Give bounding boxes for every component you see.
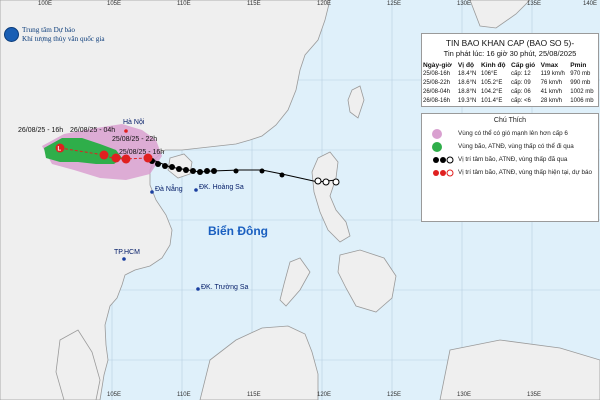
place-tphcm: TP.HCM (114, 249, 140, 256)
col-wind-level: Cấp gió (511, 62, 536, 69)
lon-label-bottom-110: 110E (177, 392, 191, 398)
table-cell: 26/08-16h (423, 98, 451, 104)
tphcm-marker (122, 257, 126, 261)
table-cell: cấp: 09 (511, 80, 531, 86)
danang-marker (150, 190, 154, 194)
lon-label-bottom-125: 125E (387, 392, 402, 398)
truongsa-marker (196, 287, 200, 291)
purple-zone-swatch-icon (432, 128, 442, 139)
table-cell: 105.2°E (481, 80, 503, 86)
legend-item-label: Vùng có thể có gió mạnh lên hơn cấp 6 (458, 130, 568, 137)
bulletin-title: TIN BAO KHAN CAP (BAO SO 5)- (445, 38, 575, 48)
place-truongsa: ĐK. Trường Sa (201, 284, 249, 291)
track-label-0: 26/08/25 - 16h (18, 127, 64, 134)
legend-title: Chú Thích (493, 117, 527, 124)
legend-item: Vị trí tâm bão, ATNĐ, vùng thấp đã qua (422, 153, 598, 166)
table-cell: cấp: 06 (511, 89, 531, 95)
col-datetime: Ngày-giờ (423, 62, 452, 69)
table-cell: 101.4°E (481, 98, 503, 104)
hanoi-marker (124, 129, 128, 133)
palawan-island (279, 257, 311, 307)
table-cell: 28 km/h (540, 98, 562, 104)
table-row: 26/08-04h 18.8°N 104.2°E cấp: 06 41 km/h… (422, 88, 598, 97)
bulletin-info-box: TIN BAO KHAN CAP (BAO SO 5)- Tin phát lú… (421, 33, 599, 107)
lon-label-125: 125E (387, 1, 402, 7)
lon-label-135: 135E (527, 1, 542, 7)
col-pmin: Pmin (570, 62, 587, 69)
place-danang: Đà Nẵng (155, 186, 183, 193)
forecast-table-header: Ngày-giờ Vị độ Kinh độ Cấp gió Vmax Pmin (422, 61, 598, 70)
sea-name: Biển Đông (208, 224, 268, 238)
agency-logo (4, 27, 19, 42)
forecast-table: Ngày-giờ Vị độ Kinh độ Cấp gió Vmax Pmin… (422, 61, 598, 106)
lon-label-bottom-105: 105E (107, 392, 122, 398)
lon-label-bottom-115: 115E (247, 392, 261, 398)
table-cell: 970 mb (570, 71, 591, 77)
table-cell: 1002 mb (570, 89, 594, 95)
agency-name-line1: Trung tâm Dự báo (22, 26, 75, 34)
table-cell: cấp: 12 (511, 71, 531, 77)
legend-box: Chú Thích Vùng có thể có gió mạnh lên hơ… (421, 113, 599, 222)
table-cell: 25/08-22h (423, 80, 451, 86)
lon-label-bottom-130: 130E (457, 392, 472, 398)
lon-label-100: 100E (38, 1, 53, 7)
table-cell: 76 km/h (540, 80, 562, 86)
track-label-3: 25/08/25 - 16h (119, 149, 165, 156)
track-label-1: 26/08/25 - 04h (70, 127, 116, 134)
table-cell: cấp: <6 (511, 98, 531, 104)
table-cell: 1006 mb (570, 98, 594, 104)
japan-islands (469, 0, 531, 29)
table-cell: 119 km/h (540, 71, 565, 77)
table-cell: 106°E (481, 71, 498, 77)
taiwan-island (347, 85, 365, 119)
col-latitude: Vị độ (457, 62, 475, 69)
col-vmax: Vmax (540, 62, 559, 69)
legend-item: Vùng có thể có gió mạnh lên hơn cấp 6 (422, 127, 598, 140)
svg-text:L: L (58, 147, 62, 153)
past-storm-symbols-icon (433, 156, 454, 163)
lon-label-bottom-135: 135E (527, 392, 542, 398)
forecast-storm-symbols-icon (433, 169, 454, 176)
table-cell: 19.3°N (457, 98, 477, 104)
lon-label-115: 115E (247, 1, 261, 7)
new-guinea-landmass (439, 339, 600, 400)
table-cell: 26/08-04h (423, 89, 451, 95)
borneo-landmass (199, 325, 319, 400)
table-cell: 18.4°N (457, 71, 477, 77)
place-hanoi: Hà Nội (123, 119, 145, 126)
lon-label-120: 120E (317, 1, 332, 7)
bulletin-issued-time: Tin phát lúc: 16 giờ 30 phút, 25/08/2025 (443, 49, 577, 58)
table-row: 25/08-16h 18.4°N 106°E cấp: 12 119 km/h … (422, 70, 598, 79)
legend-item-label: Vị trí tâm bão, ATNĐ, vùng thấp đã qua (458, 156, 568, 163)
legend-item: Vùng bão, ATNĐ, vùng thấp có thể đi qua (422, 140, 598, 153)
place-hoangsa: ĐK. Hoàng Sa (199, 184, 244, 191)
hoangsa-marker (194, 188, 198, 192)
lon-label-110: 110E (177, 1, 191, 7)
legend-item-label: Vị trí tâm bão, ATNĐ, vùng thấp hiện tại… (458, 169, 592, 176)
agency-header: Trung tâm Dự báo Khí tượng thủy văn quốc… (4, 26, 105, 44)
table-cell: 18.6°N (457, 80, 477, 86)
lon-label-bottom-120: 120E (317, 392, 332, 398)
col-longitude: Kinh độ (481, 62, 506, 69)
lon-label-105: 105E (107, 1, 122, 7)
agency-name-line2: Khí tượng thủy văn quốc gia (22, 35, 105, 43)
forecast-map: L 100E 105E 110E 115E 120E 125E 130E 135… (0, 0, 600, 400)
luzon-island (311, 151, 351, 243)
mindanao-island (337, 249, 397, 313)
table-cell: 990 mb (570, 80, 591, 86)
legend-item-label: Vùng bão, ATNĐ, vùng thấp có thể đi qua (458, 143, 574, 150)
green-zone-swatch-icon (432, 141, 442, 152)
lon-label-140: 140E (583, 1, 598, 7)
table-cell: 41 km/h (540, 89, 562, 95)
lon-label-130: 130E (457, 1, 472, 7)
table-row: 26/08-16h 19.3°N 101.4°E cấp: <6 28 km/h… (422, 97, 598, 106)
table-cell: 25/08-16h (423, 71, 451, 77)
track-label-2: 25/08/25 - 22h (112, 136, 158, 143)
table-row: 25/08-22h 18.6°N 105.2°E cấp: 09 76 km/h… (422, 79, 598, 88)
legend-item: Vị trí tâm bão, ATNĐ, vùng thấp hiện tại… (422, 166, 598, 179)
table-cell: 104.2°E (481, 89, 503, 95)
table-cell: 18.8°N (457, 89, 477, 95)
